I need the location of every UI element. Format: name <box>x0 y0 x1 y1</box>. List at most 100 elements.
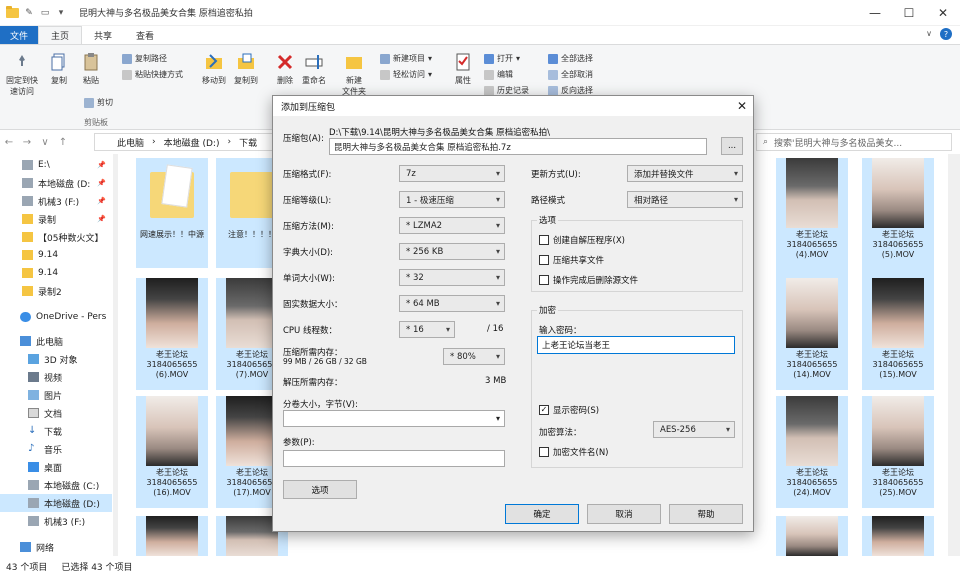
video-item[interactable] <box>776 516 848 556</box>
search-box[interactable]: ⌕ 搜索'昆明大神与多名极品美女... <box>756 133 952 151</box>
content-scrollbar[interactable] <box>948 154 960 556</box>
sidebar-item-pictures[interactable]: 图片 <box>0 386 112 404</box>
sidebar-item-network[interactable]: 网络 <box>0 538 112 556</box>
properties-button[interactable]: 属性 <box>452 51 474 86</box>
help-button[interactable]: 帮助 <box>669 504 743 524</box>
forward-button[interactable]: → <box>18 137 36 148</box>
sidebar-item-this-pc[interactable]: 此电脑 <box>0 332 112 350</box>
sidebar-item-e[interactable]: E:\ 📌 <box>0 156 112 174</box>
dict-select[interactable]: * 256 KB ▾ <box>399 243 505 260</box>
video-item[interactable] <box>136 516 208 556</box>
video-item[interactable]: 老王论坛 3184065655 (5).MOV <box>862 158 934 280</box>
sfx-checkbox[interactable]: 创建自解压程序(X) <box>539 234 625 246</box>
pin-quick-access-button[interactable]: 固定到快 速访问 <box>6 51 38 97</box>
video-item[interactable]: 老王论坛 3184065655 (4).MOV <box>776 158 848 280</box>
enc-method-select[interactable]: AES-256 ▾ <box>653 421 735 438</box>
cancel-button[interactable]: 取消 <box>587 504 661 524</box>
video-item[interactable]: 老王论坛 3184065655 (6).MOV <box>136 278 208 390</box>
maximize-button[interactable]: ☐ <box>892 0 926 26</box>
new-folder-button[interactable]: 新建 文件夹 <box>342 51 366 97</box>
properties-icon[interactable]: ✎ <box>23 7 35 19</box>
video-item[interactable]: 老王论坛 3184065655 (15).MOV <box>862 278 934 390</box>
new-folder-icon[interactable]: ▭ <box>39 7 51 19</box>
sidebar-item-drive-c[interactable]: 本地磁盘 (C:) <box>0 476 112 494</box>
cut-button[interactable]: 剪切 <box>84 97 113 108</box>
format-select[interactable]: 7z ▾ <box>399 165 505 182</box>
breadcrumb-downloads[interactable]: 下载 <box>239 136 257 149</box>
edit-button[interactable]: 编辑 <box>484 69 513 80</box>
rename-button[interactable]: 重命名 <box>302 51 326 86</box>
tab-view[interactable]: 查看 <box>124 26 166 44</box>
cpu-select[interactable]: * 16 ▾ <box>399 321 455 338</box>
chevron-down-icon[interactable]: ▾ <box>55 7 67 19</box>
sidebar-item-recording[interactable]: 录制 📌 <box>0 210 112 228</box>
show-password-checkbox[interactable]: ✓ 显示密码(S) <box>539 404 599 416</box>
ribbon-collapse-icon[interactable]: ∨ <box>926 29 932 38</box>
select-all-button[interactable]: 全部选择 <box>548 53 593 64</box>
minimize-button[interactable]: — <box>858 0 892 26</box>
split-size-select[interactable]: ▾ <box>283 410 505 427</box>
close-button[interactable]: ✕ <box>926 0 960 26</box>
move-to-button[interactable]: 移动到 <box>202 51 226 86</box>
sidebar-item-downloads[interactable]: ↓ 下载 <box>0 422 112 440</box>
options-button[interactable]: 选项 <box>283 480 357 499</box>
video-item[interactable]: 老王论坛 3184065655 (16).MOV <box>136 396 208 508</box>
sidebar-item-folder-05[interactable]: 【05种数火文】 <box>0 228 112 246</box>
password-input[interactable]: 上老王论坛当老王 <box>537 336 735 354</box>
method-select[interactable]: * LZMA2 ▾ <box>399 217 505 234</box>
shared-files-checkbox[interactable]: 压缩共享文件 <box>539 254 604 266</box>
folder-item[interactable]: 网速展示！！中源 <box>136 158 208 268</box>
close-icon[interactable]: ✕ <box>737 99 747 113</box>
method-label: 压缩方法(M): <box>283 222 334 232</box>
breadcrumb-drive-d[interactable]: 本地磁盘 (D:) <box>164 136 220 149</box>
tab-share[interactable]: 共享 <box>82 26 124 44</box>
path-select[interactable]: 相对路径 ▾ <box>627 191 743 208</box>
ok-button[interactable]: 确定 <box>505 504 579 524</box>
sidebar-item-music[interactable]: ♪ 音乐 <box>0 440 112 458</box>
copy-to-button[interactable]: 复制到 <box>234 51 258 86</box>
sidebar-item-onedrive[interactable]: OneDrive - Pers <box>0 308 112 326</box>
easy-access-button[interactable]: 轻松访问 ▾ <box>380 69 432 80</box>
sidebar-item-desktop[interactable]: 桌面 <box>0 458 112 476</box>
open-button[interactable]: 打开 ▾ <box>484 53 520 64</box>
copy-button[interactable]: 复制 <box>48 51 70 86</box>
sidebar-item-drive-f[interactable]: 机械3 (F:) 📌 <box>0 192 112 210</box>
sidebar-item-drive-d-selected[interactable]: 本地磁盘 (D:) <box>0 494 112 512</box>
new-item-button[interactable]: 新建项目 ▾ <box>380 53 432 64</box>
browse-button[interactable]: ... <box>721 137 743 155</box>
select-none-button[interactable]: 全部取消 <box>548 69 593 80</box>
paste-button[interactable]: 粘贴 <box>80 51 102 86</box>
sidebar-item-documents[interactable]: 文档 <box>0 404 112 422</box>
sidebar-item-videos[interactable]: 视频 <box>0 368 112 386</box>
archive-name-input[interactable]: 昆明大神与多名极品美女合集 原档追密私拍.7z <box>329 138 707 155</box>
video-item[interactable]: 老王论坛 3184065655 (14).MOV <box>776 278 848 390</box>
sidebar-item-drive-d[interactable]: 本地磁盘 (D: 📌 <box>0 174 112 192</box>
level-select[interactable]: 1 - 极速压缩 ▾ <box>399 191 505 208</box>
mem-select[interactable]: * 80% ▾ <box>443 348 505 365</box>
word-select[interactable]: * 32 ▾ <box>399 269 505 286</box>
sidebar-item-recording2[interactable]: 录制2 <box>0 282 112 300</box>
solid-select[interactable]: * 64 MB ▾ <box>399 295 505 312</box>
delete-button[interactable]: 删除 <box>274 51 296 86</box>
up-button[interactable]: ↑ <box>54 137 72 148</box>
video-item[interactable]: 老王论坛 3184065655 (25).MOV <box>862 396 934 508</box>
video-item[interactable] <box>862 516 934 556</box>
copy-path-button[interactable]: 复制路径 <box>122 53 167 64</box>
breadcrumb-this-pc[interactable]: 此电脑 <box>117 136 144 149</box>
update-select[interactable]: 添加并替换文件 ▾ <box>627 165 743 182</box>
tab-file[interactable]: 文件 <box>0 26 39 44</box>
delete-after-checkbox[interactable]: 操作完成后删除源文件 <box>539 274 638 286</box>
help-icon[interactable]: ? <box>940 28 952 40</box>
tab-home[interactable]: 主页 <box>38 26 83 44</box>
paste-shortcut-button[interactable]: 粘贴快捷方式 <box>122 69 183 80</box>
sidebar-item-914-a[interactable]: 9.14 <box>0 246 112 264</box>
sidebar-item-914-b[interactable]: 9.14 <box>0 264 112 282</box>
back-button[interactable]: ← <box>0 137 18 148</box>
sidebar-item-3d-objects[interactable]: 3D 对象 <box>0 350 112 368</box>
params-input[interactable] <box>283 450 505 467</box>
sidebar-item-drive-f2[interactable]: 机械3 (F:) <box>0 512 112 530</box>
encrypt-names-checkbox[interactable]: 加密文件名(N) <box>539 446 609 458</box>
video-item[interactable]: 老王论坛 3184065655 (24).MOV <box>776 396 848 508</box>
recent-locations-icon[interactable]: ∨ <box>36 137 54 148</box>
dict-label: 字典大小(D): <box>283 248 334 258</box>
